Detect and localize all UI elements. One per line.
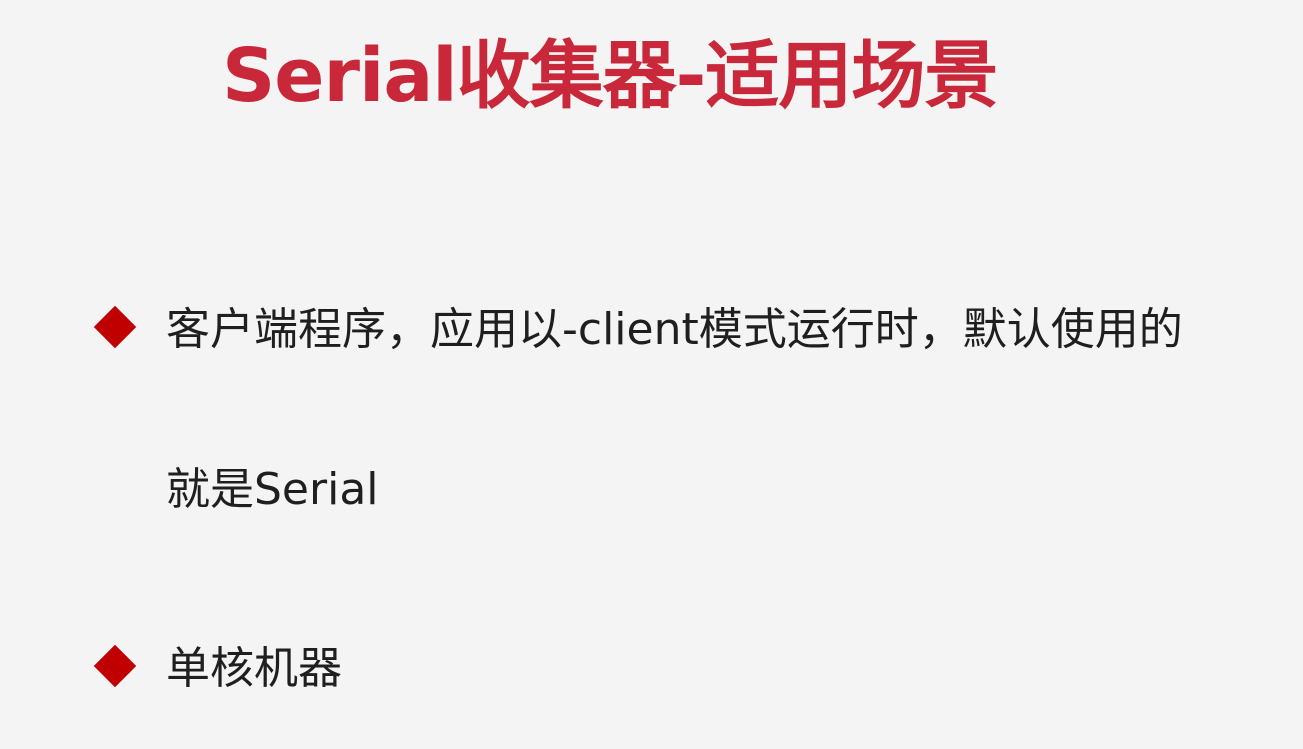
slide: Serial收集器-适用场景 客户端程序，应用以-client模式运行时，默认使… bbox=[0, 0, 1303, 726]
diamond-bullet-icon bbox=[93, 305, 137, 349]
bullet-text: 单核机器 bbox=[166, 643, 342, 694]
bullet-text: 客户端程序，应用以-client模式运行时，默认使用的就是Serial bbox=[166, 304, 1183, 515]
diamond-bullet-icon bbox=[93, 644, 137, 688]
slide-title: Serial收集器-适用场景 bbox=[222, 33, 998, 119]
